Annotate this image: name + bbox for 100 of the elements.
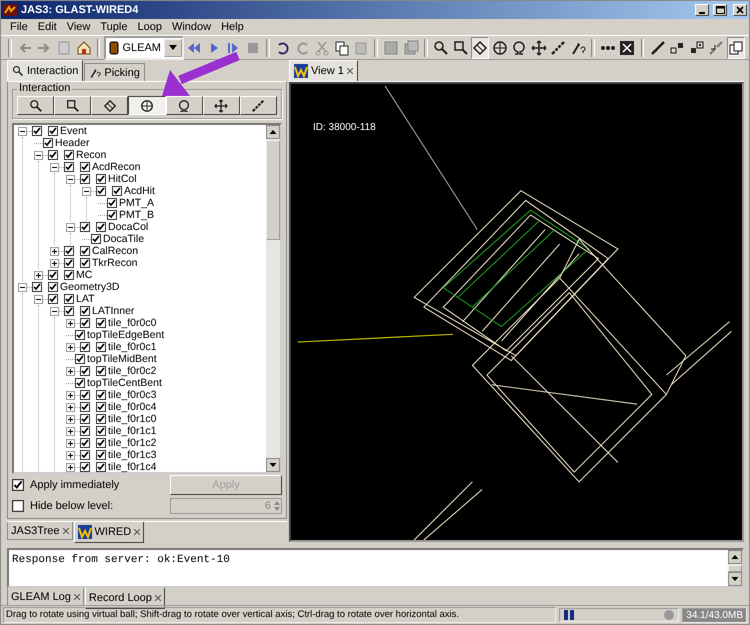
- checkbox[interactable]: [80, 450, 90, 460]
- menu-item[interactable]: Loop: [132, 21, 167, 33]
- checkbox[interactable]: [64, 258, 74, 268]
- tree-item-label[interactable]: tile_f0r1c0: [108, 413, 156, 425]
- menu-item[interactable]: View: [62, 21, 96, 33]
- tree-item-label[interactable]: tile_f0r0c3: [108, 389, 156, 401]
- tab[interactable]: View 1: [289, 60, 358, 81]
- tree-item-label[interactable]: AcdRecon: [92, 161, 140, 173]
- tree-item-label[interactable]: topTileMidBent: [87, 353, 157, 365]
- checkbox[interactable]: [112, 186, 122, 196]
- checkbox[interactable]: [64, 150, 74, 160]
- tree-item-label[interactable]: DocaCol: [108, 221, 148, 233]
- checkbox[interactable]: [96, 426, 106, 436]
- tree-item-label[interactable]: tile_f0r1c4: [108, 461, 156, 472]
- checkbox[interactable]: [96, 414, 106, 424]
- checkbox[interactable]: [80, 390, 90, 400]
- checkbox[interactable]: [12, 500, 24, 512]
- tree-item-label[interactable]: LATInner: [92, 305, 134, 317]
- tab[interactable]: Interaction: [7, 60, 84, 81]
- checkbox[interactable]: [96, 366, 106, 376]
- tree-item-label[interactable]: TkrRecon: [92, 257, 138, 269]
- close-icon[interactable]: [154, 595, 161, 601]
- checkbox[interactable]: [48, 270, 58, 280]
- tree-item-label[interactable]: AcdHit: [124, 185, 155, 197]
- scroll-down-button[interactable]: [266, 458, 280, 472]
- checkbox[interactable]: [80, 414, 90, 424]
- tree-item-label[interactable]: tile_f0r0c2: [108, 365, 156, 377]
- tree-item-label[interactable]: tile_f0r1c3: [108, 449, 156, 461]
- menu-item[interactable]: Edit: [32, 21, 62, 33]
- checkbox[interactable]: [75, 330, 85, 340]
- tree-item-label[interactable]: tile_f0r1c1: [108, 425, 156, 437]
- close-icon[interactable]: [74, 594, 80, 600]
- checkbox[interactable]: [80, 174, 90, 184]
- expand-toggle[interactable]: [66, 450, 75, 460]
- checkbox[interactable]: [32, 126, 42, 136]
- 3d-view[interactable]: ID: 38000-118: [289, 82, 744, 542]
- checkbox[interactable]: [48, 150, 58, 160]
- collapse-toggle[interactable]: [18, 282, 27, 292]
- tree-item-label[interactable]: MC: [76, 269, 92, 281]
- checkbox[interactable]: [64, 306, 74, 316]
- checkbox[interactable]: [80, 318, 90, 328]
- checkbox[interactable]: [80, 462, 90, 472]
- menu-item[interactable]: File: [5, 21, 33, 33]
- expand-toggle[interactable]: [66, 342, 75, 352]
- checkbox[interactable]: [96, 462, 106, 472]
- tab[interactable]: WIRED: [74, 522, 144, 543]
- scrollbar-thumb[interactable]: [266, 140, 280, 240]
- checkbox[interactable]: [48, 126, 58, 136]
- checkbox[interactable]: [32, 282, 42, 292]
- checkbox[interactable]: [80, 246, 90, 256]
- expand-toggle[interactable]: [66, 426, 75, 436]
- menu-item[interactable]: Tuple: [95, 21, 132, 33]
- close-button[interactable]: [733, 4, 747, 16]
- tree-item-label[interactable]: CalRecon: [92, 245, 138, 257]
- collapse-toggle[interactable]: [50, 162, 59, 172]
- tree-item-label[interactable]: DocaTile: [103, 233, 144, 245]
- close-icon[interactable]: [62, 528, 69, 534]
- tree-item-label[interactable]: PMT_A: [119, 197, 154, 209]
- tab[interactable]: GLEAM Log: [7, 588, 84, 606]
- checkbox[interactable]: [96, 174, 106, 184]
- scroll-up-button[interactable]: [266, 125, 280, 139]
- expand-toggle[interactable]: [50, 258, 59, 268]
- tab[interactable]: JAS3Tree: [7, 522, 73, 540]
- close-icon[interactable]: [346, 68, 353, 74]
- tool-button[interactable]: [128, 96, 166, 115]
- tree-item-label[interactable]: tile_f0r0c1: [108, 341, 156, 353]
- collapse-toggle[interactable]: [34, 294, 43, 304]
- expand-toggle[interactable]: [66, 366, 75, 376]
- memory-indicator[interactable]: 34.1/43.0MB: [682, 608, 747, 622]
- tree-item-label[interactable]: Recon: [76, 149, 106, 161]
- checkbox[interactable]: [80, 258, 90, 268]
- maximize-button[interactable]: [713, 4, 727, 16]
- checkbox[interactable]: [80, 162, 90, 172]
- collapse-toggle[interactable]: [34, 150, 43, 160]
- checkbox[interactable]: [12, 478, 24, 491]
- close-icon[interactable]: [134, 529, 140, 535]
- checkbox[interactable]: [96, 402, 106, 412]
- checkbox[interactable]: [91, 234, 101, 244]
- tree-item-label[interactable]: Event: [60, 125, 87, 137]
- minimize-button[interactable]: [695, 4, 709, 16]
- checkbox[interactable]: [64, 162, 74, 172]
- checkbox[interactable]: [96, 342, 106, 352]
- expand-toggle[interactable]: [66, 402, 75, 412]
- checkbox[interactable]: [64, 246, 74, 256]
- expand-toggle[interactable]: [66, 462, 75, 472]
- combo-box[interactable]: GLEAM: [104, 36, 184, 60]
- collapse-toggle[interactable]: [50, 306, 59, 316]
- checkbox[interactable]: [96, 450, 106, 460]
- checkbox[interactable]: [43, 138, 53, 148]
- collapse-toggle[interactable]: [18, 126, 27, 136]
- collapse-toggle[interactable]: [66, 174, 75, 184]
- checkbox[interactable]: [96, 438, 106, 448]
- collapse-toggle[interactable]: [82, 186, 91, 196]
- checkbox[interactable]: [107, 210, 117, 220]
- expand-toggle[interactable]: [66, 414, 75, 424]
- toolbar-button[interactable]: [726, 36, 746, 58]
- tab[interactable]: Record Loop: [84, 588, 165, 609]
- collapse-toggle[interactable]: [66, 222, 75, 232]
- checkbox[interactable]: [80, 306, 90, 316]
- checkbox[interactable]: [64, 270, 74, 280]
